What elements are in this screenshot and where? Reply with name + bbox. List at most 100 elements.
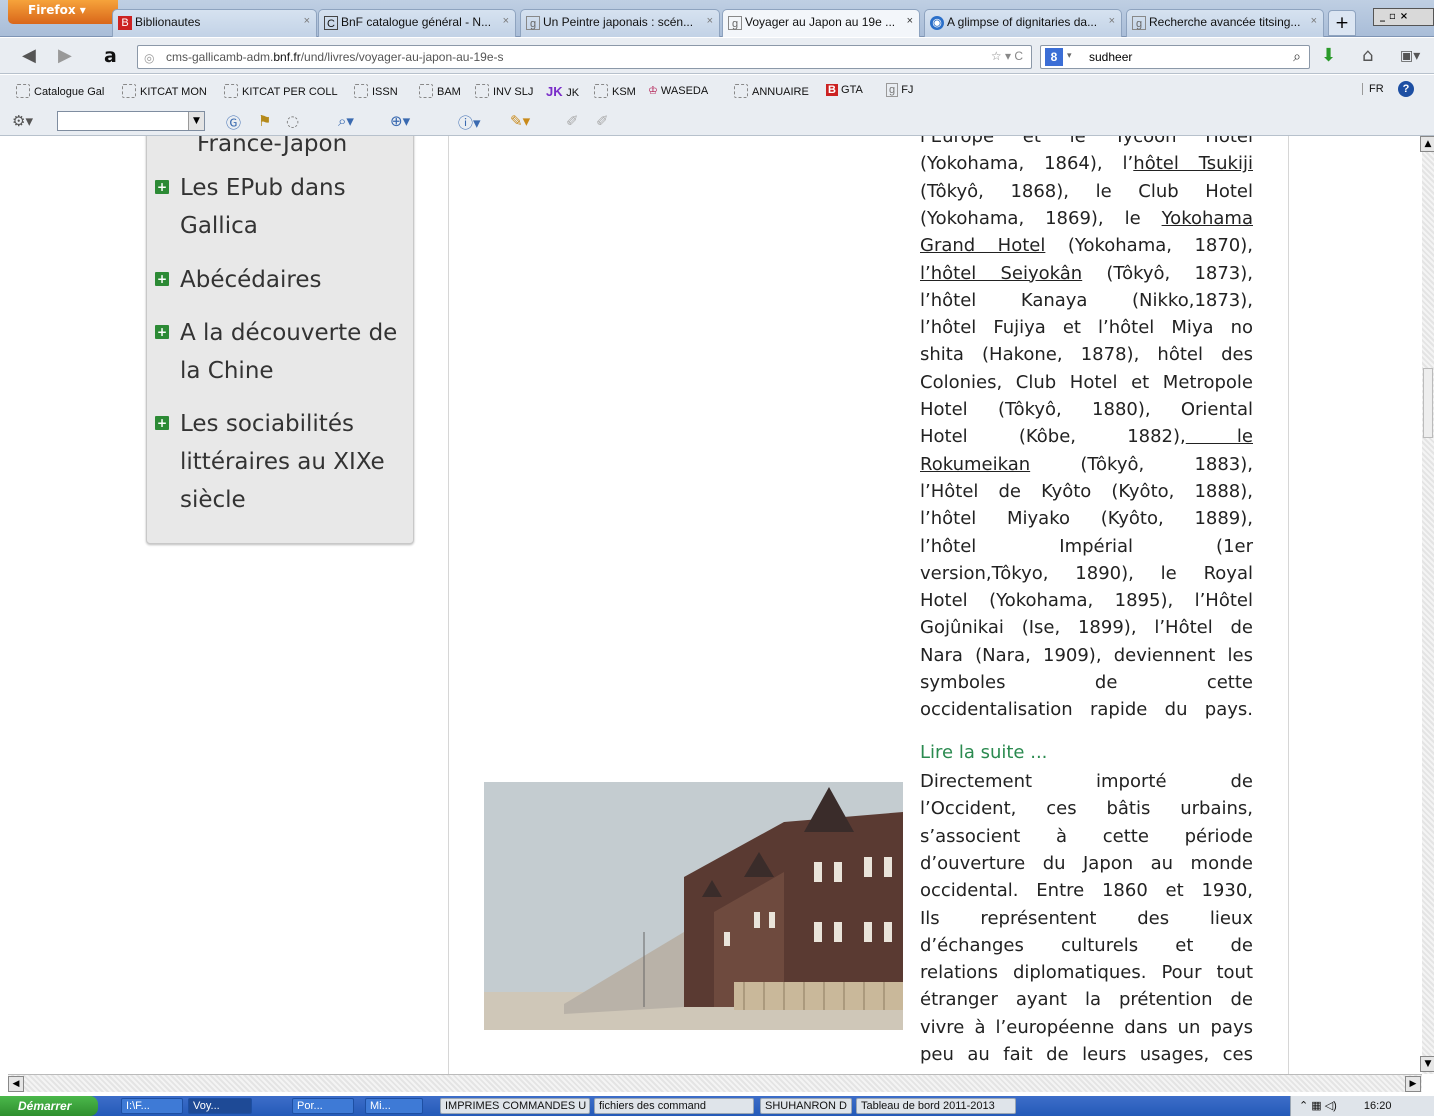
article-text: Gojûnikai (Ise, 1899), l’Hôtel de	[920, 617, 1253, 639]
article-link[interactable]: hôtel Tsukiji	[1133, 153, 1253, 174]
back-icon[interactable]: ◀	[22, 45, 36, 66]
eraser-icon[interactable]: ✐	[596, 112, 609, 130]
tray-icons[interactable]: ⌃ ▦ ◁)	[1299, 1100, 1337, 1112]
taskbar-item-tableau[interactable]: Tableau de bord 2011-2013	[856, 1098, 1016, 1114]
article-link[interactable]: Rokumeikan	[920, 454, 1030, 475]
tab-voyager-japon[interactable]: g Voyager au Japon au 19e ... ×	[722, 9, 920, 37]
article-link[interactable]: Grand Hotel	[920, 235, 1045, 256]
taskbar-item-portal[interactable]: Por...	[292, 1098, 354, 1114]
article-line: étranger ayant la prétention de	[920, 986, 1253, 1013]
amazon-icon[interactable]: a	[104, 45, 117, 67]
chevron-down-icon[interactable]: ▼	[188, 112, 204, 130]
bookmark-kitcat-mon[interactable]: KITCAT MON	[122, 84, 207, 98]
close-icon[interactable]: ×	[707, 15, 713, 27]
toolbar-gear-icon[interactable]: ⚙▾	[12, 112, 33, 130]
vertical-scrollbar[interactable]: ▲ ▼	[1420, 136, 1434, 1074]
plus-icon[interactable]: +	[155, 325, 169, 339]
bookmark-gta[interactable]: B GTA	[826, 84, 863, 96]
sidebar-item-epub-gallica[interactable]: + Les EPub dans Gallica	[155, 169, 410, 245]
toolbar-search-select[interactable]: ▼	[57, 111, 205, 131]
article-link[interactable]: le	[1186, 426, 1253, 447]
close-icon[interactable]: ×	[1109, 15, 1115, 27]
close-icon[interactable]: ×	[907, 15, 913, 27]
plus-icon[interactable]: +	[155, 416, 169, 430]
tab-recherche-avancee[interactable]: g Recherche avancée titsing... ×	[1126, 9, 1324, 37]
taskbar-item-folder[interactable]: I:\F...	[121, 1098, 183, 1114]
jk-icon: JK	[546, 84, 567, 99]
article-text: Ils représentent des lieux	[920, 907, 1253, 929]
scroll-up-icon[interactable]: ▲	[1420, 136, 1434, 152]
read-more-link[interactable]: Lire la suite ...	[920, 742, 1047, 763]
horizontal-scrollbar[interactable]: ◀ ▶	[8, 1074, 1422, 1092]
sidebar-item-abecedaires[interactable]: + Abécédaires	[155, 261, 410, 299]
scroll-down-icon[interactable]: ▼	[1420, 1056, 1434, 1072]
tab-biblionautes[interactable]: B Biblionautes ×	[112, 9, 317, 37]
highlighter-icon[interactable]: ✐	[566, 112, 579, 130]
url-bar[interactable]: ◎ cms-gallicamb-adm.bnf.fr/und/livres/vo…	[137, 45, 1032, 69]
home-icon[interactable]: ⌂	[1362, 45, 1373, 66]
addons-icon[interactable]: ▣▾	[1400, 48, 1420, 64]
bookmark-issn[interactable]: ISSN	[354, 84, 398, 98]
article-link[interactable]: l’hôtel Seiyokân	[920, 263, 1082, 284]
taskbar-item-fichiers[interactable]: fichiers des command	[594, 1098, 754, 1114]
bookmark-annuaire[interactable]: ANNUAIRE	[734, 84, 809, 98]
article-link[interactable]: Yokohama	[1162, 208, 1253, 229]
article-line: s’associent à cette période	[920, 823, 1253, 850]
sidebar-item-sociabilites-litteraires[interactable]: + Les sociabilités littéraires au XIXe si…	[155, 405, 410, 519]
bookmark-bam[interactable]: BAM	[419, 84, 461, 98]
sidebar-item-decouverte-chine[interactable]: + A la découverte de la Chine	[155, 314, 410, 390]
language-button[interactable]: FR	[1362, 83, 1384, 95]
bookmark-ksm[interactable]: KSM	[594, 84, 636, 98]
bookmark-waseda[interactable]: ♔ WASEDA	[648, 84, 708, 97]
plus-icon[interactable]: +	[155, 272, 169, 286]
search-bar[interactable]: 8 ▾ sudheer ⌕	[1040, 45, 1310, 69]
sidebar-item-france-japon[interactable]: France-Japon	[197, 136, 427, 163]
bookmark-kitcat-per-coll[interactable]: KITCAT PER COLL	[224, 84, 338, 98]
hotel-photograph	[484, 782, 903, 1030]
dropdown-icon[interactable]: ▾	[1067, 50, 1072, 61]
start-button[interactable]: Démarrer	[0, 1096, 98, 1116]
article-text: d’ouverture du Japon au monde	[920, 852, 1253, 874]
hotel-building-image	[484, 782, 903, 1030]
bookmark-jk[interactable]: JK JK	[546, 84, 579, 99]
forward-icon[interactable]: ▶	[58, 45, 72, 66]
article-text: Hotel (Yokohama, 1895), l’Hôtel	[920, 590, 1253, 612]
article-line: Hotel (Yokohama, 1895), l’Hôtel	[920, 587, 1253, 614]
tab-peintre-japonais[interactable]: g Un Peintre japonais : scén... ×	[520, 9, 720, 37]
close-icon[interactable]: ×	[1311, 15, 1317, 27]
article-line: Gojûnikai (Ise, 1899), l’Hôtel de	[920, 614, 1253, 641]
article-text: d’échanges culturels et de	[920, 934, 1253, 956]
zoom-in-icon[interactable]: ⊕▾	[390, 112, 410, 130]
taskbar-item-shuhanron[interactable]: SHUHANRON D	[760, 1098, 852, 1114]
tab-glimpse-dignitaries[interactable]: ◉ A glimpse of dignitaries da... ×	[924, 9, 1122, 37]
toolbar-g-icon[interactable]: Ⓖ	[226, 112, 241, 133]
plus-icon[interactable]: +	[155, 180, 169, 194]
new-tab-button[interactable]: +	[1328, 10, 1356, 36]
scroll-left-icon[interactable]: ◀	[8, 1076, 24, 1092]
site-identity-icon[interactable]: ◎	[144, 51, 154, 65]
tab-bnf-catalogue[interactable]: C BnF catalogue général - N... ×	[318, 9, 516, 37]
comment-icon[interactable]: ◌	[286, 112, 299, 130]
info-icon[interactable]: ⓘ▾	[458, 112, 481, 133]
zoom-icon[interactable]: ⌕▾	[338, 112, 354, 130]
close-icon[interactable]: ×	[503, 15, 509, 27]
taskbar-item-firefox[interactable]: Voy...	[188, 1098, 252, 1114]
taskbar-item-word[interactable]: Mi...	[365, 1098, 423, 1114]
search-engine-icon[interactable]: 8	[1045, 48, 1063, 66]
search-icon[interactable]: ⌕	[1293, 48, 1301, 65]
bookmark-inv-slj[interactable]: INV SLJ	[475, 84, 533, 98]
firefox-menu-button[interactable]: Firefox ▾	[8, 0, 118, 24]
edit-icon[interactable]: ✎▾	[510, 112, 530, 130]
bookmark-fj[interactable]: g FJ	[886, 83, 913, 97]
translate-icon[interactable]: ⚑	[258, 112, 271, 130]
taskbar-item-imprimes[interactable]: IMPRIMES COMMANDES U	[440, 1098, 590, 1114]
window-controls[interactable]: _▫×	[1373, 8, 1434, 26]
reload-icon[interactable]: ☆ ▾ C	[991, 49, 1023, 63]
download-icon[interactable]: ⬇	[1321, 45, 1336, 66]
close-icon[interactable]: ×	[304, 15, 310, 27]
bookmark-catalogue-gal[interactable]: Catalogue Gal	[16, 84, 104, 98]
help-icon[interactable]: ?	[1398, 81, 1414, 97]
scrollbar-thumb[interactable]	[1423, 368, 1433, 438]
article-text: l’Occident, ces bâtis urbains,	[920, 798, 1253, 820]
scroll-right-icon[interactable]: ▶	[1405, 1076, 1421, 1092]
